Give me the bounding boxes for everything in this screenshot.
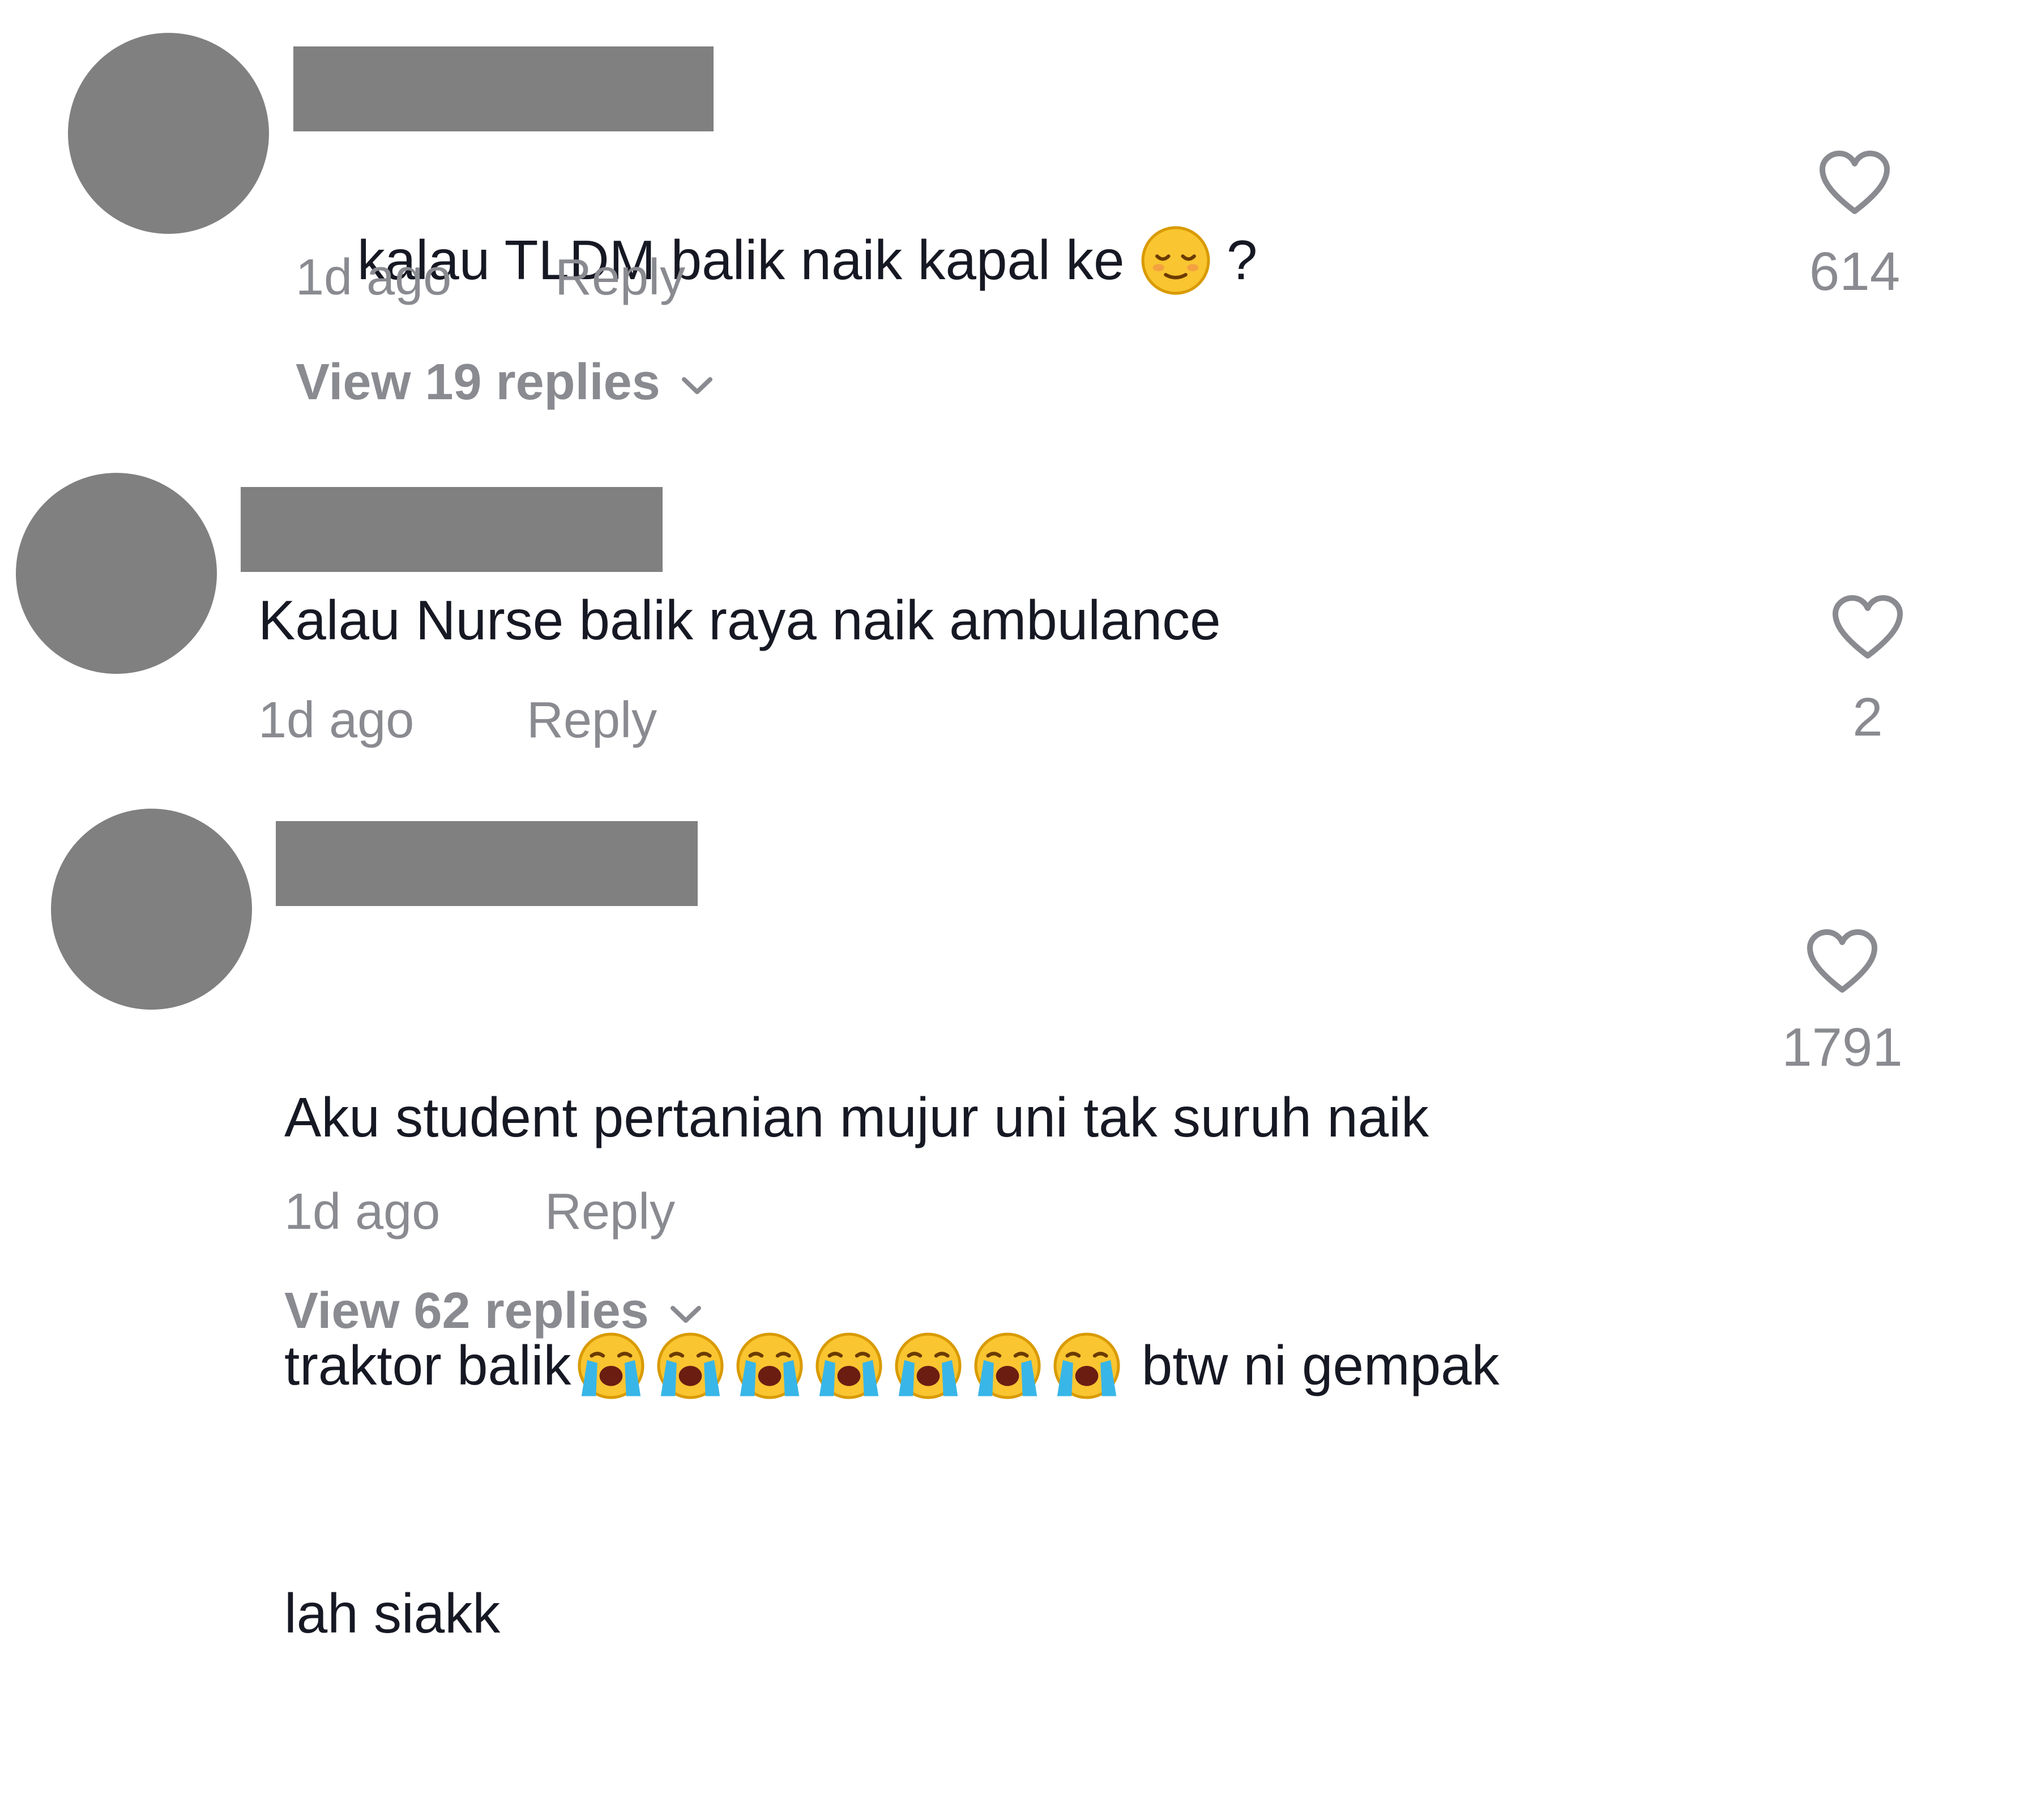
like-count: 614 — [1809, 241, 1901, 302]
reply-button[interactable]: Reply — [527, 692, 657, 749]
loudly-crying-face-emoji — [1047, 1330, 1126, 1402]
comment-text: Aku student pertanian mujur uni tak suru… — [284, 1086, 1500, 1644]
reply-button[interactable]: Reply — [555, 249, 685, 306]
reply-button[interactable]: Reply — [545, 1184, 675, 1240]
loudly-crying-face-emoji — [730, 1330, 809, 1402]
chevron-down-icon — [677, 354, 717, 411]
view-replies-button[interactable]: View 62 replies — [284, 1283, 706, 1340]
comment-timestamp: 1d ago — [258, 692, 415, 749]
loudly-crying-face-emoji — [889, 1330, 968, 1402]
heart-icon[interactable] — [1831, 595, 1905, 663]
heart-icon[interactable] — [1805, 929, 1879, 997]
view-replies-button[interactable]: View 19 replies — [296, 354, 717, 411]
redacted-username[interactable] — [276, 821, 698, 906]
comment-text: Kalau Nurse balik raya naik ambulance — [258, 589, 1221, 651]
heart-icon[interactable] — [1818, 150, 1891, 218]
avatar[interactable] — [68, 33, 269, 234]
comment-timestamp: 1d ago — [296, 249, 452, 306]
avatar[interactable] — [51, 809, 252, 1010]
chevron-down-icon — [666, 1283, 706, 1340]
relieved-face-emoji — [1140, 225, 1211, 296]
like-count: 1791 — [1782, 1017, 1903, 1078]
loudly-crying-face-emoji — [968, 1330, 1047, 1402]
like-count: 2 — [1852, 687, 1883, 747]
loudly-crying-face-emoji — [809, 1330, 889, 1402]
comment-text: kalau TLDM balik naik kapal ke ? — [296, 136, 1711, 384]
redacted-username[interactable] — [293, 46, 714, 131]
redacted-username[interactable] — [241, 487, 663, 572]
comment-timestamp: 1d ago — [284, 1184, 441, 1240]
loudly-crying-face-emoji — [651, 1330, 730, 1402]
loudly-crying-face-emoji — [571, 1330, 651, 1402]
avatar[interactable] — [16, 473, 217, 674]
